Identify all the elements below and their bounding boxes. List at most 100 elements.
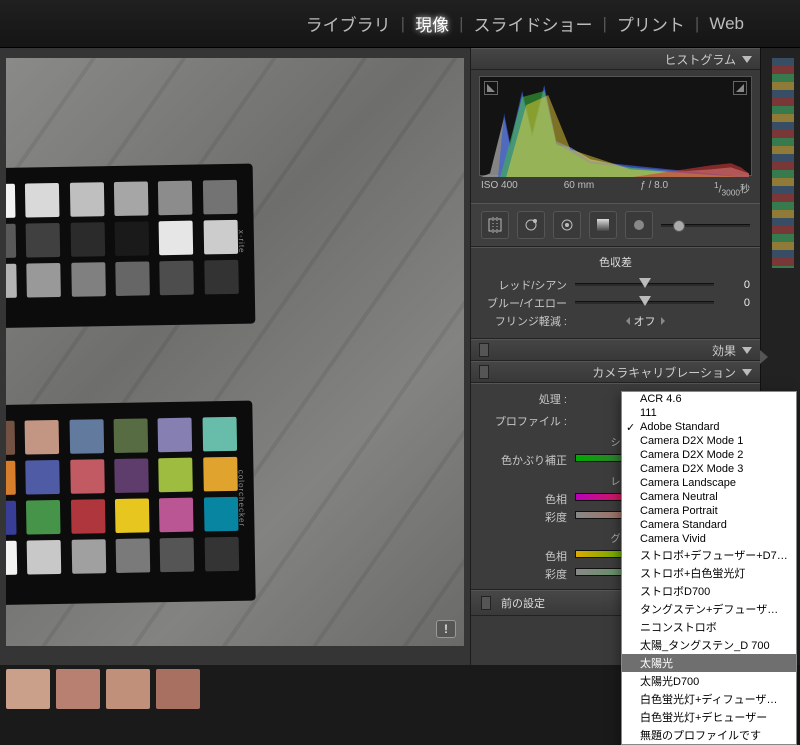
nav-sep: | xyxy=(691,14,703,34)
profile-option[interactable]: 無題のプロファイルです xyxy=(622,726,796,744)
spot-removal-icon[interactable] xyxy=(517,211,545,239)
color-patch xyxy=(116,538,151,573)
green-hue-label: 色相 xyxy=(481,548,567,564)
profile-option[interactable]: 白色蛍光灯+デヒューザー xyxy=(622,708,796,726)
redeye-tool-icon[interactable] xyxy=(553,211,581,239)
color-patch xyxy=(202,417,237,452)
color-patch xyxy=(69,419,104,454)
camera-calibration-header[interactable]: カメラキャリブレーション xyxy=(471,361,760,383)
red-cyan-label: レッド/シアン xyxy=(481,277,567,293)
neutral-patch xyxy=(26,223,61,258)
blue-yellow-slider[interactable] xyxy=(575,297,714,309)
collapse-icon xyxy=(742,56,752,63)
module-nav: ライブラリ | 現像 | スライドショー | プリント | Web xyxy=(0,0,800,48)
neutral-patch xyxy=(70,222,105,257)
meta-iso: ISO 400 xyxy=(481,180,518,197)
profile-option[interactable]: Camera Vivid xyxy=(622,532,796,546)
red-hue-label: 色相 xyxy=(481,491,567,507)
profile-option[interactable]: ACR 4.6 xyxy=(622,392,796,406)
color-patch xyxy=(159,498,194,533)
profile-option[interactable]: ストロボ+デフューザー+D700 xyxy=(622,546,796,564)
brush-size-slider[interactable] xyxy=(661,224,750,227)
preview-canvas[interactable]: x-rite colorchecker ! xyxy=(6,58,464,646)
checker-brand: x-rite xyxy=(233,176,247,308)
neutral-patch xyxy=(158,181,193,216)
panel-toggle-icon[interactable] xyxy=(479,343,489,357)
neutral-patch xyxy=(114,181,149,216)
filmstrip-thumb[interactable] xyxy=(106,669,150,709)
shadow-tint-label: 色かぶり補正 xyxy=(481,452,567,468)
profile-option[interactable]: Camera Portrait xyxy=(622,504,796,518)
section-title: 色収差 xyxy=(481,254,750,270)
profile-dropdown[interactable]: ACR 4.6111Adobe StandardCamera D2X Mode … xyxy=(621,391,797,745)
color-patch xyxy=(70,459,105,494)
blue-yellow-label: ブルー/イエロー xyxy=(481,295,567,311)
neutral-patch xyxy=(204,260,239,295)
checker-brand: colorchecker xyxy=(232,413,247,585)
color-patch xyxy=(6,541,17,576)
profile-option[interactable]: Camera Landscape xyxy=(622,476,796,490)
nav-library[interactable]: ライブラリ xyxy=(300,11,397,36)
effects-header[interactable]: 効果 xyxy=(471,339,760,361)
profile-option[interactable]: Adobe Standard xyxy=(622,420,796,434)
neutral-patch xyxy=(25,183,60,218)
profile-option[interactable]: Camera Neutral xyxy=(622,490,796,504)
process-label: 処理 : xyxy=(481,391,567,407)
nav-develop[interactable]: 現像 xyxy=(409,11,455,36)
color-patch xyxy=(26,500,61,535)
nav-slideshow[interactable]: スライドショー xyxy=(468,11,599,36)
soft-proof-warning-icon[interactable]: ! xyxy=(436,620,456,638)
profile-option[interactable]: 太陽光 xyxy=(622,654,796,672)
meta-focal: 60 mm xyxy=(564,180,595,197)
neutral-patch xyxy=(115,221,150,256)
panel-toggle-icon[interactable] xyxy=(481,596,491,610)
nav-web[interactable]: Web xyxy=(703,14,750,34)
profile-option[interactable]: Camera D2X Mode 3 xyxy=(622,462,796,476)
profile-option[interactable]: Camera D2X Mode 1 xyxy=(622,434,796,448)
color-patch xyxy=(158,418,193,453)
red-cyan-slider[interactable] xyxy=(575,279,714,291)
neutral-patch xyxy=(70,182,105,217)
color-patch xyxy=(26,460,61,495)
profile-option[interactable]: Camera Standard xyxy=(622,518,796,532)
expand-chevron-icon[interactable] xyxy=(760,350,768,364)
profile-label: プロファイル : xyxy=(481,413,567,429)
crop-tool-icon[interactable] xyxy=(481,211,509,239)
color-checker-neutral: x-rite xyxy=(6,164,255,329)
neutral-patch xyxy=(203,180,238,215)
nav-print[interactable]: プリント xyxy=(611,11,691,36)
color-patch xyxy=(6,461,16,496)
color-patch xyxy=(71,539,106,574)
neutral-patch xyxy=(6,184,15,219)
neutral-patch xyxy=(115,261,150,296)
profile-option[interactable]: Camera D2X Mode 2 xyxy=(622,448,796,462)
profile-option[interactable]: ストロボ+白色蛍光灯 xyxy=(622,564,796,582)
color-patch xyxy=(204,537,239,572)
profile-option[interactable]: タングステン+デフューザー+D700 xyxy=(622,600,796,618)
defringe-select[interactable]: オフ xyxy=(575,313,714,329)
filmstrip-thumb[interactable] xyxy=(156,669,200,709)
profile-option[interactable]: 太陽光D700 xyxy=(622,672,796,690)
color-patch xyxy=(204,497,239,532)
profile-option[interactable]: 111 xyxy=(622,406,796,420)
adjustment-brush-icon[interactable] xyxy=(625,211,653,239)
filmstrip-thumb[interactable] xyxy=(56,669,100,709)
blue-yellow-value: 0 xyxy=(722,297,750,309)
profile-option[interactable]: ストロボD700 xyxy=(622,582,796,600)
histogram-metadata: ISO 400 60 mm ƒ / 8.0 1/3000秒 xyxy=(479,176,752,197)
filmstrip-thumb[interactable] xyxy=(6,669,50,709)
neutral-patch xyxy=(203,220,238,255)
color-patch xyxy=(159,458,194,493)
histogram-header[interactable]: ヒストグラム xyxy=(471,48,760,70)
profile-option[interactable]: 白色蛍光灯+ディフューザー+D700 xyxy=(622,690,796,708)
red-cyan-value: 0 xyxy=(722,279,750,291)
color-patch xyxy=(114,418,149,453)
profile-option[interactable]: 太陽_タングステン_D 700 xyxy=(622,636,796,654)
profile-option[interactable]: ニコンストロボ xyxy=(622,618,796,636)
panel-toggle-icon[interactable] xyxy=(479,365,489,379)
histogram-title: ヒストグラム xyxy=(664,51,736,68)
meta-shutter: 1/3000秒 xyxy=(714,180,750,197)
histogram-graph[interactable] xyxy=(479,76,752,176)
neutral-patch xyxy=(6,224,16,259)
graduated-filter-icon[interactable] xyxy=(589,211,617,239)
